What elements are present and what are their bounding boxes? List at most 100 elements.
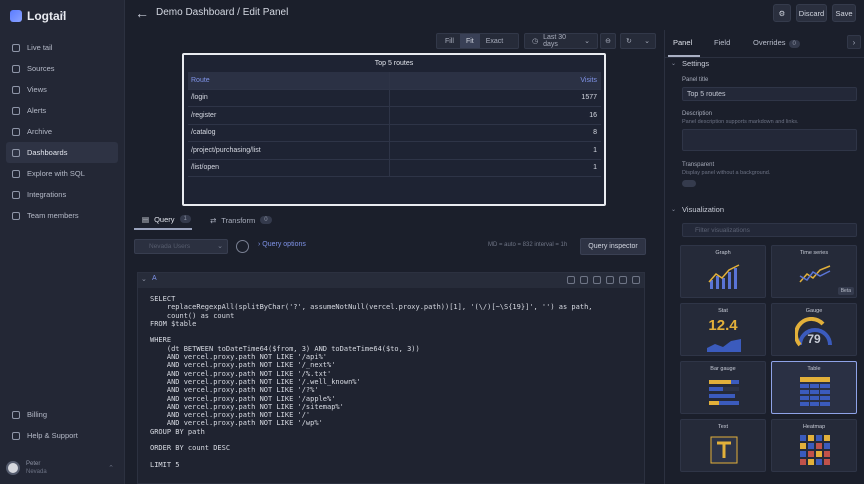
- sidebar-item-billing[interactable]: Billing: [6, 404, 118, 425]
- back-arrow-icon[interactable]: ←: [135, 5, 149, 21]
- settings-section-header[interactable]: ⌄ Settings: [671, 59, 709, 68]
- discard-button[interactable]: Discard: [796, 4, 827, 22]
- collapse-sidebar-icon[interactable]: ‹: [61, 8, 65, 20]
- eye-icon[interactable]: [606, 276, 614, 284]
- viz-card-text[interactable]: Text: [680, 419, 766, 472]
- database-icon: ▤: [142, 214, 150, 224]
- sidebar-item-dashboards[interactable]: Dashboards: [6, 142, 118, 163]
- edit-icon[interactable]: [567, 276, 575, 284]
- sidebar-item-integrations[interactable]: Integrations: [6, 184, 118, 205]
- viz-card-time-series[interactable]: Time series Beta: [771, 245, 857, 298]
- query-editor[interactable]: ⌄ A SELECT replaceRegexpAll(splitByChar(…: [137, 272, 645, 484]
- column-header-visits[interactable]: Visits: [390, 72, 601, 89]
- transparent-label: Transparent: [682, 162, 715, 168]
- sidebar-item-help[interactable]: Help & Support: [6, 425, 118, 446]
- query-inspector-button[interactable]: Query inspector: [580, 238, 646, 255]
- alert-icon: [12, 106, 20, 115]
- user-menu[interactable]: Peter Nevada ⌃: [6, 458, 118, 478]
- visualization-section-header[interactable]: ⌄ Visualization: [671, 205, 724, 214]
- live-tail-icon: [12, 43, 20, 52]
- query-bar: Nevada Users ⌄ › Query options MD = auto…: [132, 236, 652, 258]
- refresh-button[interactable]: ↻ ⌄: [620, 33, 656, 49]
- section-title: Settings: [682, 59, 710, 68]
- sidebar-bottom-nav: Billing Help & Support: [6, 404, 118, 446]
- sidebar: Logtail ‹ Live tail Sources Views Alerts…: [0, 0, 125, 484]
- cell-route: /project/purchasing/list: [188, 142, 390, 159]
- sidebar-item-label: Archive: [27, 127, 53, 136]
- cell-route: /list/open: [188, 159, 390, 176]
- cell-route: /catalog: [188, 124, 390, 141]
- tab-count: 0: [788, 40, 800, 48]
- sidebar-item-label: Alerts: [27, 106, 47, 115]
- sidebar-item-label: Views: [27, 85, 47, 94]
- description-textarea[interactable]: [682, 129, 857, 151]
- duplicate-icon[interactable]: [593, 276, 601, 284]
- tab-panel[interactable]: Panel: [673, 38, 692, 47]
- viz-card-table[interactable]: Table: [771, 361, 857, 414]
- sidebar-item-label: Live tail: [27, 43, 53, 52]
- query-tabs: ▤ Query 1 ⇄ Transform 0: [132, 210, 652, 230]
- app-root: Logtail ‹ Live tail Sources Views Alerts…: [0, 0, 864, 484]
- preview-title: Top 5 routes: [374, 59, 414, 67]
- help-icon[interactable]: [580, 276, 588, 284]
- viz-name: Bar gauge: [710, 366, 736, 372]
- panel-preview[interactable]: Top 5 routes Route Visits /login 1577 /re…: [182, 53, 606, 206]
- table-row: /login 1577: [188, 89, 601, 107]
- column-header-route[interactable]: Route: [188, 72, 390, 89]
- sidebar-item-explore-sql[interactable]: Explore with SQL: [6, 163, 118, 184]
- tab-label: Transform: [221, 215, 256, 225]
- brand-logo[interactable]: Logtail: [10, 9, 66, 23]
- time-series-viz-icon: [799, 265, 831, 283]
- drag-handle-icon[interactable]: [632, 276, 640, 284]
- stat-viz-value: 12.4: [708, 317, 738, 334]
- exact-option[interactable]: Exact: [480, 34, 510, 48]
- user-team: Nevada: [26, 469, 47, 475]
- time-range-picker[interactable]: ◷ Last 30 days ⌄: [524, 33, 598, 49]
- sql-code[interactable]: SELECT replaceRegexpAll(splitByChar('?',…: [150, 295, 593, 469]
- sidebar-item-team-members[interactable]: Team members: [6, 205, 118, 226]
- table-viz-icon: [800, 377, 830, 406]
- collapse-panel-button[interactable]: ›: [847, 35, 861, 49]
- transparent-toggle[interactable]: [682, 180, 696, 187]
- tab-query[interactable]: ▤ Query 1: [134, 210, 192, 230]
- sidebar-item-views[interactable]: Views: [6, 79, 118, 100]
- beta-badge: Beta: [837, 287, 854, 295]
- heatmap-viz-icon: [800, 435, 830, 465]
- save-button[interactable]: Save: [832, 4, 856, 22]
- datasource-select[interactable]: Nevada Users ⌄: [134, 239, 228, 254]
- transparent-hint: Display panel without a background.: [682, 170, 771, 176]
- active-tab-indicator: [668, 55, 700, 57]
- chevron-down-icon: ⌄: [671, 61, 677, 67]
- clock-icon: ◷: [532, 38, 539, 45]
- sidebar-item-alerts[interactable]: Alerts: [6, 100, 118, 121]
- panel-title-input[interactable]: Top 5 routes: [682, 87, 857, 101]
- text-viz-icon: [710, 436, 738, 464]
- viz-card-heatmap[interactable]: Heatmap: [771, 419, 857, 472]
- table-row: /register 16: [188, 107, 601, 125]
- fit-option[interactable]: Fit: [459, 34, 480, 48]
- query-ref[interactable]: A: [152, 275, 157, 282]
- query-options-label: Query options: [262, 241, 306, 248]
- viz-card-graph[interactable]: Graph: [680, 245, 766, 298]
- collapse-query-icon[interactable]: ⌄: [141, 275, 147, 283]
- options-tabs: Panel Field Overrides 0 ›: [665, 30, 864, 58]
- sidebar-item-sources[interactable]: Sources: [6, 58, 118, 79]
- visualization-search-input[interactable]: Filter visualizations: [682, 223, 857, 237]
- chevron-down-icon: ⌄: [217, 243, 223, 250]
- trash-icon[interactable]: [619, 276, 627, 284]
- settings-button[interactable]: ⚙: [773, 4, 791, 22]
- viz-card-stat[interactable]: Stat 12.4: [680, 303, 766, 356]
- query-history-icon[interactable]: [236, 240, 249, 253]
- sidebar-item-live-tail[interactable]: Live tail: [6, 37, 118, 58]
- zoom-out-button[interactable]: ⊖: [600, 33, 616, 49]
- table-row: /project/purchasing/list 1: [188, 142, 601, 160]
- time-range-value: Last 30 days: [543, 34, 567, 48]
- query-options-link[interactable]: › Query options: [258, 241, 306, 248]
- tab-overrides[interactable]: Overrides 0: [753, 38, 800, 48]
- sidebar-item-archive[interactable]: Archive: [6, 121, 118, 142]
- viz-card-bar-gauge[interactable]: Bar gauge: [680, 361, 766, 414]
- tab-transform[interactable]: ⇄ Transform 0: [210, 210, 272, 230]
- fill-option[interactable]: Fill: [437, 34, 460, 48]
- viz-card-gauge[interactable]: Gauge 79: [771, 303, 857, 356]
- tab-field[interactable]: Field: [714, 38, 730, 47]
